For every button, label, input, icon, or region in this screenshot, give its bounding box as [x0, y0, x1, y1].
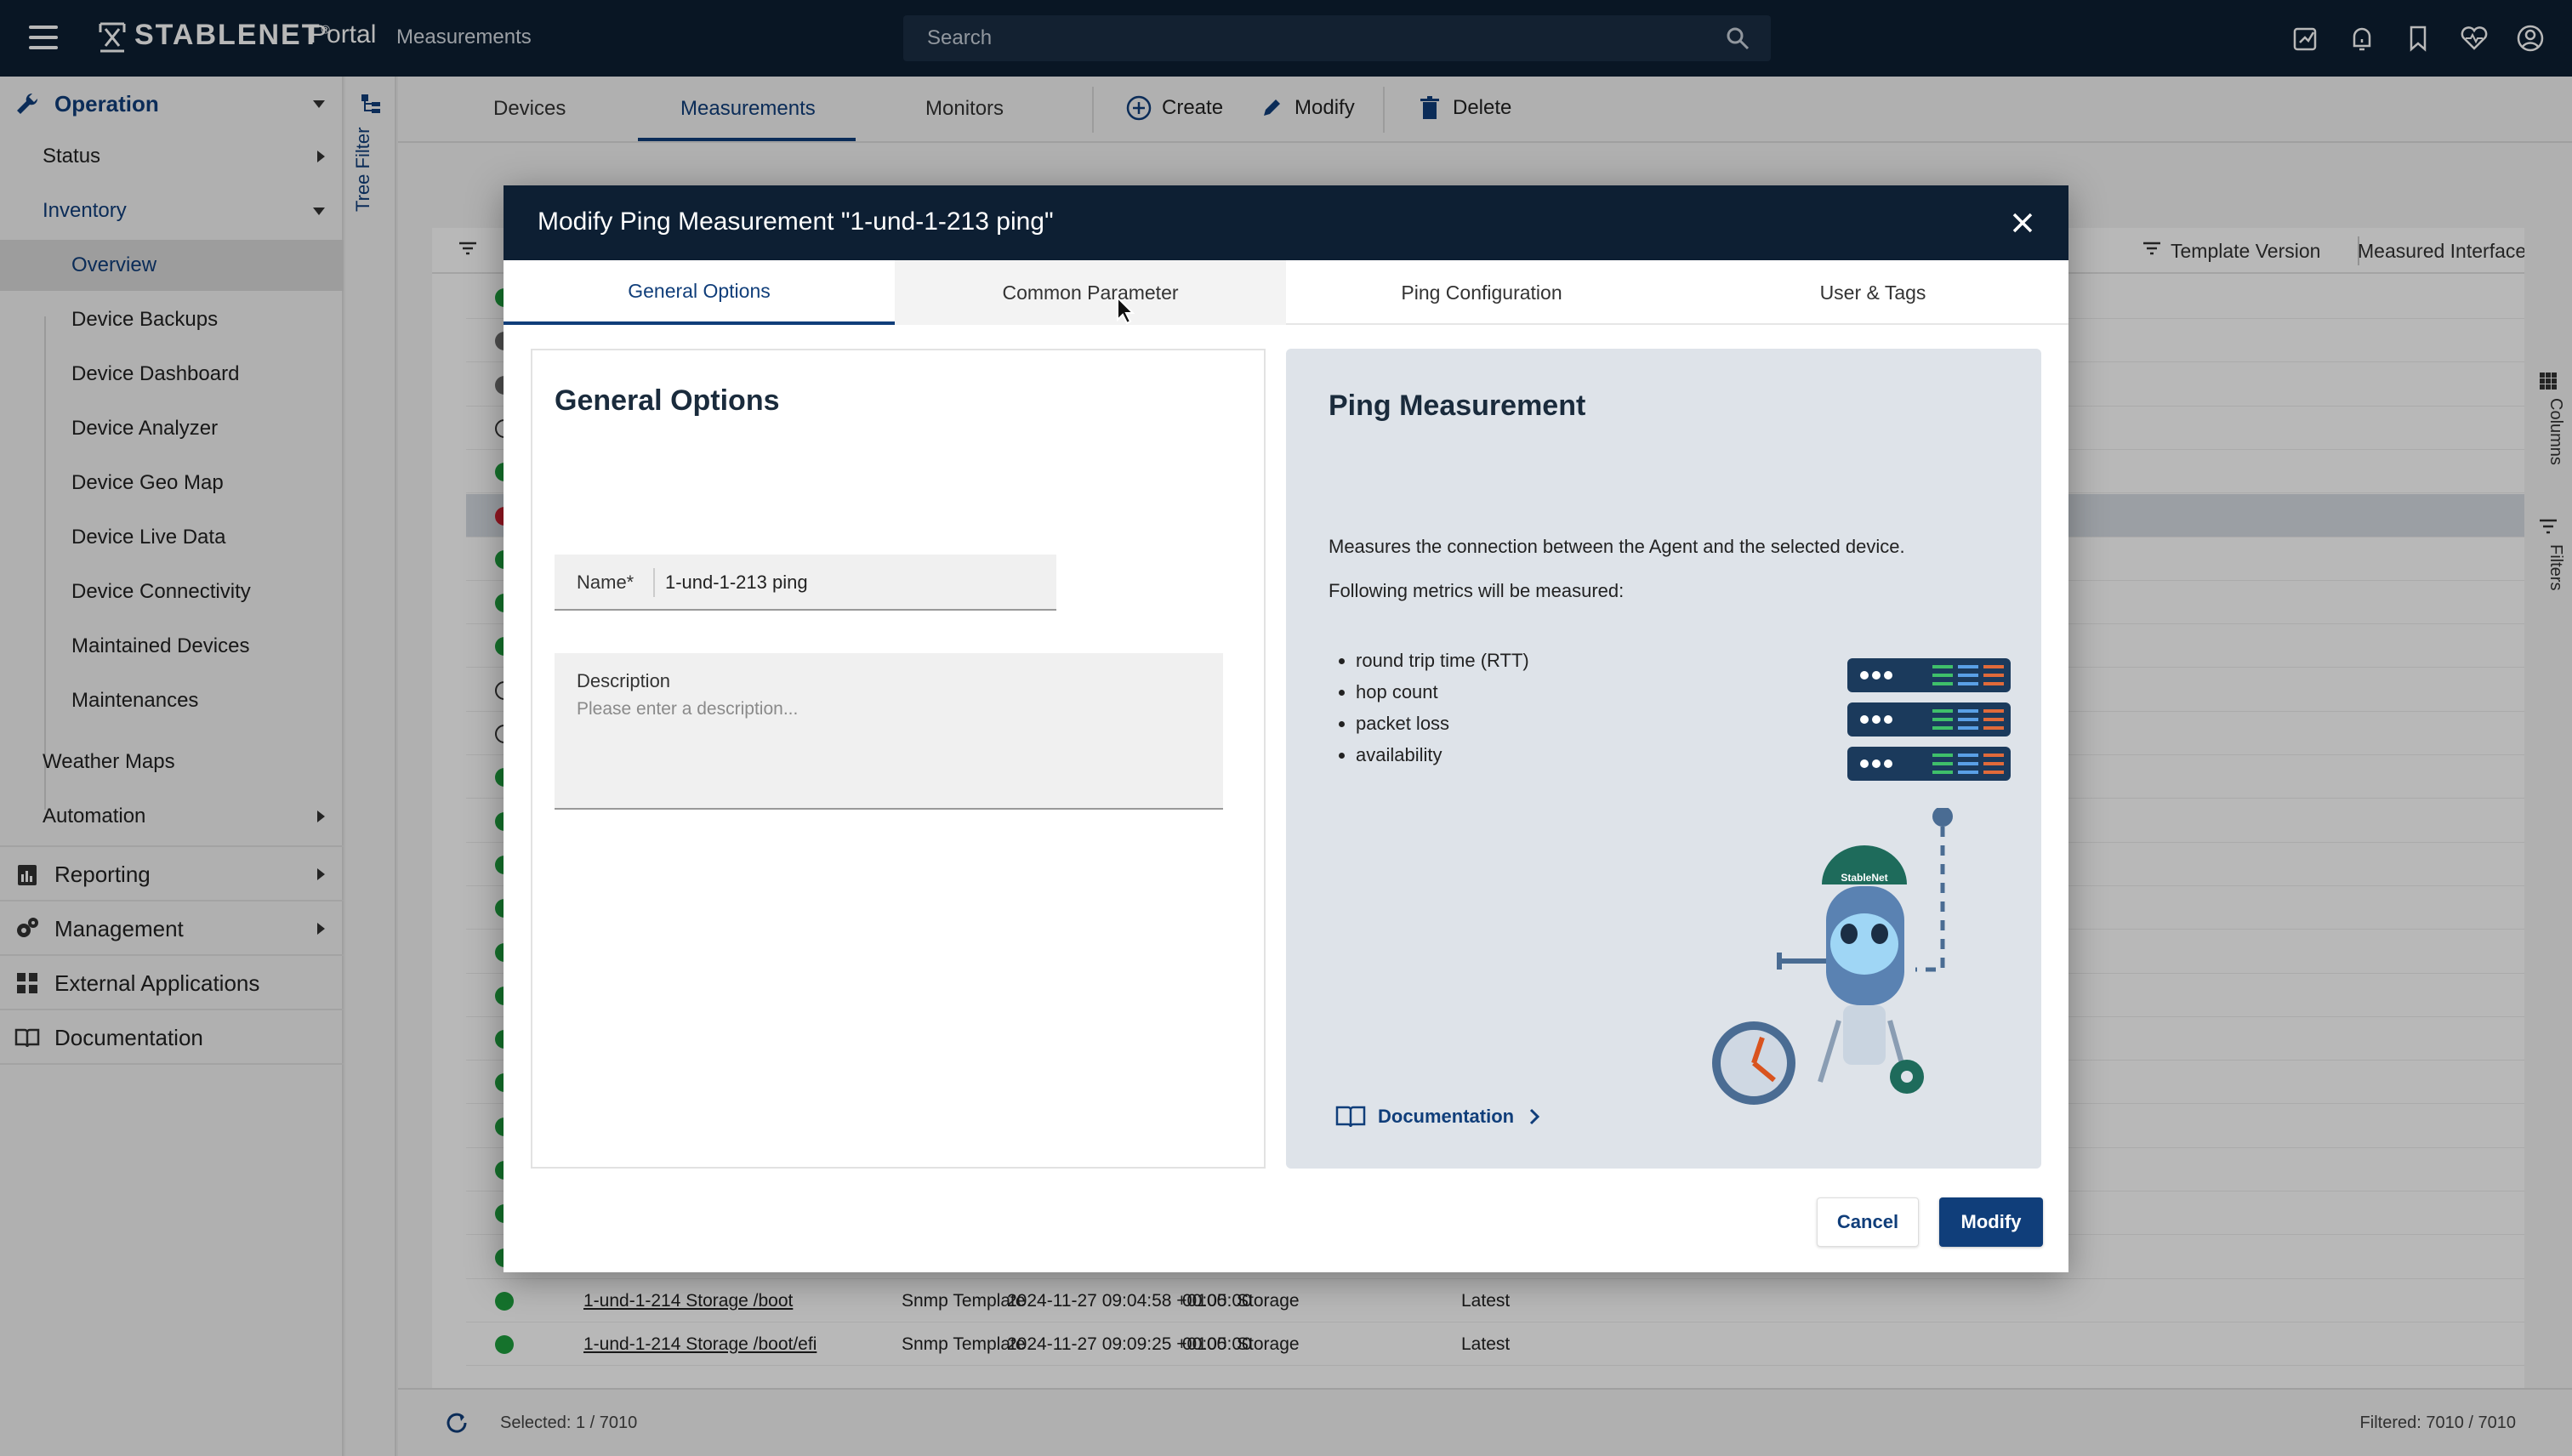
dialog-tabs: General Options Common Parameter Ping Co…	[504, 260, 2068, 325]
metrics-list: round trip time (RTT) hop count packet l…	[1356, 650, 1529, 776]
name-field: Name*	[555, 555, 1056, 611]
robot-mascot-icon: StableNet	[1712, 808, 1953, 1105]
panel-title: General Options	[555, 384, 780, 417]
list-item: packet loss	[1356, 713, 1529, 735]
list-item: hop count	[1356, 681, 1529, 703]
tab-ping-configuration[interactable]: Ping Configuration	[1286, 260, 1677, 325]
modify-submit-button[interactable]: Modify	[1939, 1197, 2043, 1247]
name-label: Name*	[577, 572, 634, 593]
general-options-panel: General Options Name* Description	[531, 349, 1266, 1169]
dialog-header: Modify Ping Measurement "1-und-1-213 pin…	[504, 185, 2068, 260]
documentation-link[interactable]: Documentation	[1335, 1104, 1543, 1129]
tab-general-options[interactable]: General Options	[504, 260, 895, 325]
mouse-cursor-icon	[1117, 296, 1135, 325]
dialog-title: Modify Ping Measurement "1-und-1-213 pin…	[538, 208, 1054, 236]
chevron-right-icon	[1530, 1108, 1540, 1125]
name-input[interactable]	[665, 568, 1039, 597]
info-metrics-intro: Following metrics will be measured:	[1329, 580, 1625, 601]
description-field: Description	[555, 653, 1223, 810]
list-item: availability	[1356, 744, 1529, 766]
robot-badge-text: StableNet	[1841, 872, 1887, 884]
description-input[interactable]	[577, 699, 1206, 793]
cancel-button[interactable]: Cancel	[1817, 1197, 1919, 1247]
ping-measurement-info-panel: Ping Measurement Measures the connection…	[1286, 349, 2041, 1169]
info-title: Ping Measurement	[1329, 390, 1586, 422]
servers-illustration-icon	[1847, 658, 2011, 781]
description-label: Description	[577, 670, 671, 691]
book-icon	[1335, 1106, 1366, 1128]
tab-common-parameter[interactable]: Common Parameter	[895, 260, 1286, 325]
info-description: Measures the connection between the Agen…	[1329, 536, 1905, 557]
close-icon[interactable]	[2007, 208, 2038, 238]
modify-measurement-dialog: Modify Ping Measurement "1-und-1-213 pin…	[504, 185, 2068, 1272]
tab-user-and-tags[interactable]: User & Tags	[1677, 260, 2068, 325]
divider	[653, 568, 655, 597]
list-item: round trip time (RTT)	[1356, 650, 1529, 672]
